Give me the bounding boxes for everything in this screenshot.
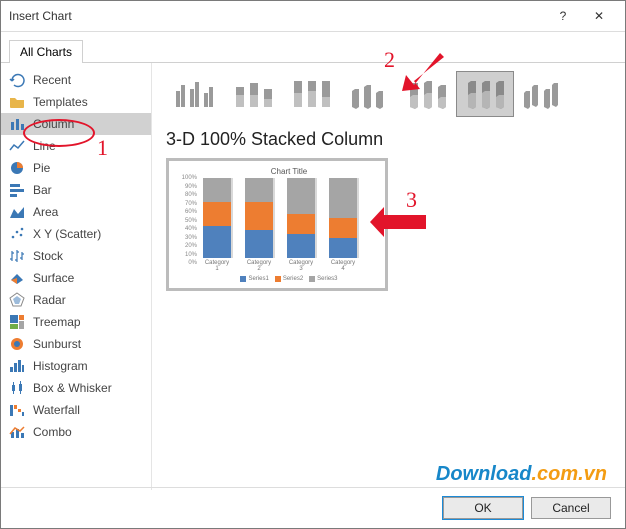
chart-gallery: 3-D 100% Stacked Column Chart Title 100%…	[152, 63, 625, 490]
sidebar-item-surface[interactable]: Surface	[1, 267, 151, 289]
sidebar-item-combo[interactable]: Combo	[1, 421, 151, 443]
sidebar-item-label: Box & Whisker	[33, 381, 112, 395]
sidebar-item-label: X Y (Scatter)	[33, 227, 101, 241]
sidebar-item-stock[interactable]: Stock	[1, 245, 151, 267]
chart-y-axis: 100%90%80%70%60%50%40%30%20%10%0%	[171, 175, 197, 266]
sidebar-item-label: Pie	[33, 161, 50, 175]
sidebar-item-label: Stock	[33, 249, 63, 263]
tab-all-charts[interactable]: All Charts	[9, 40, 83, 63]
chart-bar	[329, 178, 357, 258]
chart-x-label: Category 4	[329, 260, 357, 272]
annotation-number-2: 2	[384, 47, 395, 73]
sidebar-item-scatter[interactable]: X Y (Scatter)	[1, 223, 151, 245]
subtype-3d-100-stacked-column[interactable]	[456, 71, 514, 117]
chart-bar	[203, 178, 231, 258]
sidebar-item-label: Line	[33, 139, 56, 153]
bar-icon	[9, 182, 25, 198]
sidebar-item-line[interactable]: Line	[1, 135, 151, 157]
pie-icon	[9, 160, 25, 176]
sidebar-item-area[interactable]: Area	[1, 201, 151, 223]
sidebar-item-waterfall[interactable]: Waterfall	[1, 399, 151, 421]
sidebar-item-label: Column	[33, 117, 74, 131]
title-bar: Insert Chart ? ✕	[1, 1, 625, 32]
stock-icon	[9, 248, 25, 264]
sidebar-item-label: Area	[33, 205, 58, 219]
sidebar-item-recent[interactable]: Recent	[1, 69, 151, 91]
sidebar-item-box-whisker[interactable]: Box & Whisker	[1, 377, 151, 399]
area-icon	[9, 204, 25, 220]
chart-legend: Series1 Series2 Series3	[199, 272, 379, 282]
legend-item: Series1	[240, 276, 268, 282]
close-button[interactable]: ✕	[581, 5, 617, 27]
subtype-clustered-column[interactable]	[166, 71, 224, 117]
sidebar-item-bar[interactable]: Bar	[1, 179, 151, 201]
scatter-icon	[9, 226, 25, 242]
sidebar-item-column[interactable]: Column	[1, 113, 151, 135]
line-icon	[9, 138, 25, 154]
sunburst-icon	[9, 336, 25, 352]
watermark: Download.com.vn	[436, 463, 607, 486]
cancel-button[interactable]: Cancel	[531, 497, 611, 519]
surface-icon	[9, 270, 25, 286]
column-icon	[9, 116, 25, 132]
sidebar-item-label: Waterfall	[33, 403, 80, 417]
sidebar-item-label: Treemap	[33, 315, 81, 329]
annotation-number-1: 1	[97, 135, 108, 161]
window-title: Insert Chart	[9, 9, 545, 23]
sidebar-item-radar[interactable]: Radar	[1, 289, 151, 311]
subtype-3d-clustered-column[interactable]	[340, 71, 398, 117]
chart-preview-title: Chart Title	[199, 167, 379, 176]
help-button[interactable]: ?	[545, 5, 581, 27]
sidebar-item-pie[interactable]: Pie	[1, 157, 151, 179]
annotation-number-3: 3	[406, 187, 417, 213]
dialog-footer: OK Cancel	[1, 487, 625, 528]
sidebar-item-label: Recent	[33, 73, 71, 87]
combo-icon	[9, 424, 25, 440]
chart-bars	[199, 178, 379, 258]
chart-bar	[287, 178, 315, 258]
subtype-3d-column[interactable]	[514, 71, 572, 117]
sidebar-item-label: Surface	[33, 271, 74, 285]
chart-bar	[245, 178, 273, 258]
sidebar-item-label: Templates	[33, 95, 88, 109]
waterfall-icon	[9, 402, 25, 418]
insert-chart-dialog: Insert Chart ? ✕ All Charts Recent Templ…	[0, 0, 626, 529]
sidebar-item-sunburst[interactable]: Sunburst	[1, 333, 151, 355]
chart-x-label: Category 2	[245, 260, 273, 272]
tab-label: All Charts	[20, 45, 72, 59]
chart-x-label: Category 1	[203, 260, 231, 272]
sidebar-item-label: Histogram	[33, 359, 88, 373]
help-icon: ?	[560, 9, 567, 23]
treemap-icon	[9, 314, 25, 330]
sidebar-item-templates[interactable]: Templates	[1, 91, 151, 113]
templates-icon	[9, 94, 25, 110]
chart-preview[interactable]: Chart Title 100%90%80%70%60%50%40%30%20%…	[166, 158, 388, 291]
annotation-arrow-2	[392, 51, 448, 97]
legend-item: Series3	[309, 276, 337, 282]
annotation-arrow-3	[370, 207, 430, 237]
box-whisker-icon	[9, 380, 25, 396]
close-icon: ✕	[594, 9, 604, 23]
radar-icon	[9, 292, 25, 308]
chart-x-label: Category 3	[287, 260, 315, 272]
recent-icon	[9, 72, 25, 88]
sidebar-item-label: Sunburst	[33, 337, 81, 351]
sidebar-item-histogram[interactable]: Histogram	[1, 355, 151, 377]
chart-type-sidebar: Recent Templates Column Line Pie Bar	[1, 63, 152, 490]
chart-x-labels: Category 1 Category 2 Category 3 Category 4	[199, 258, 379, 272]
ok-button[interactable]: OK	[443, 497, 523, 519]
subtype-stacked-column[interactable]	[224, 71, 282, 117]
legend-item: Series2	[275, 276, 303, 282]
sidebar-item-label: Bar	[33, 183, 52, 197]
tab-strip: All Charts	[1, 32, 625, 63]
subtype-100-stacked-column[interactable]	[282, 71, 340, 117]
sidebar-item-label: Radar	[33, 293, 66, 307]
sidebar-item-label: Combo	[33, 425, 72, 439]
histogram-icon	[9, 358, 25, 374]
sidebar-item-treemap[interactable]: Treemap	[1, 311, 151, 333]
subtype-title: 3-D 100% Stacked Column	[166, 129, 617, 150]
